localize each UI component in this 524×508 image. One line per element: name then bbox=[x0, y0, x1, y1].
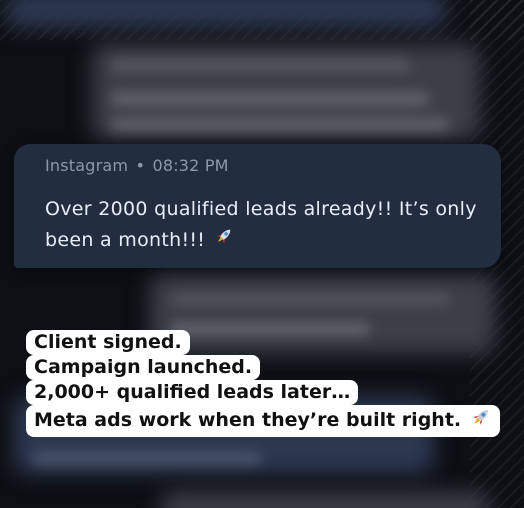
meta-separator: • bbox=[135, 156, 146, 175]
chat-screenshot-background: Instagram • 08:32 PM Over 2000 qualified… bbox=[0, 0, 524, 508]
message-text: Over 2000 qualified leads already!! It’s… bbox=[45, 198, 477, 251]
caption-line: 2,000+ qualified leads later… bbox=[26, 380, 359, 405]
blurred-text bbox=[170, 292, 450, 306]
blurred-message bbox=[6, 0, 446, 28]
caption-line-last: Meta ads work when they’re built right. bbox=[26, 405, 500, 437]
message-bubble: Instagram • 08:32 PM Over 2000 qualified… bbox=[14, 144, 501, 268]
blurred-text bbox=[110, 58, 410, 72]
blurred-text bbox=[110, 118, 450, 132]
message-meta: Instagram • 08:32 PM bbox=[45, 156, 229, 175]
blurred-text bbox=[110, 92, 430, 106]
blurred-text bbox=[32, 452, 262, 466]
message-time: 08:32 PM bbox=[152, 156, 229, 175]
blurred-text bbox=[170, 322, 370, 336]
rocket-icon bbox=[470, 406, 492, 435]
caption-line: Campaign launched. bbox=[26, 355, 261, 380]
caption-line: Client signed. bbox=[26, 330, 190, 355]
caption-text: Meta ads work when they’re built right. bbox=[34, 409, 462, 431]
message-source: Instagram bbox=[45, 156, 129, 175]
blurred-message bbox=[160, 492, 490, 508]
rocket-icon bbox=[214, 225, 234, 256]
message-text-block: Over 2000 qualified leads already!! It’s… bbox=[45, 194, 490, 256]
blurred-message bbox=[150, 274, 495, 354]
